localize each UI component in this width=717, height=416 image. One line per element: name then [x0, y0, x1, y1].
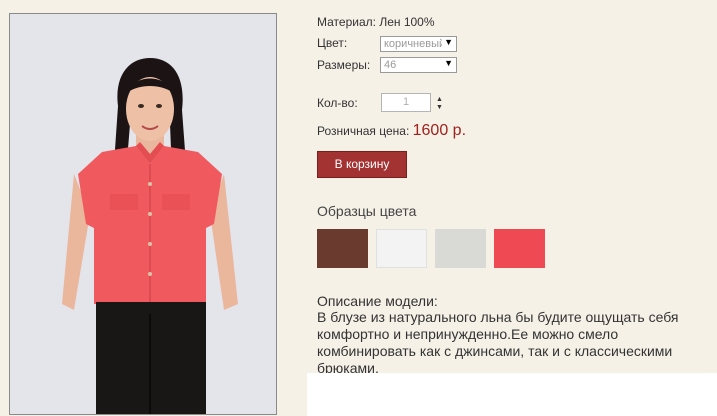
- chevron-down-icon: ▼: [444, 37, 453, 47]
- increment-icon[interactable]: ▲: [436, 96, 443, 103]
- chevron-down-icon: ▼: [444, 58, 453, 68]
- color-select-value: коричневый: [384, 38, 442, 50]
- quantity-input[interactable]: 1: [381, 93, 431, 112]
- size-select[interactable]: 46 ▼: [380, 57, 457, 73]
- swatch-gray[interactable]: [435, 229, 486, 268]
- swatch-red[interactable]: [494, 229, 545, 268]
- price-row: Розничная цена: 1600 р.: [317, 122, 466, 140]
- swatch-brown[interactable]: [317, 229, 368, 268]
- price-label: Розничная цена:: [317, 124, 410, 138]
- swatch-white[interactable]: [376, 229, 427, 268]
- swatches-title: Образцы цвета: [317, 203, 417, 219]
- qty-label: Кол-во:: [317, 96, 358, 110]
- product-photo[interactable]: [9, 13, 277, 415]
- add-to-cart-button[interactable]: В корзину: [317, 151, 407, 178]
- color-label: Цвет:: [317, 36, 348, 50]
- description-title: Описание модели:: [317, 293, 438, 309]
- price-value: 1600 р.: [412, 122, 467, 139]
- material-label: Материал:: [317, 15, 376, 29]
- sizes-label: Размеры:: [317, 58, 371, 72]
- material-row: Материал: Лен 100%: [317, 15, 435, 29]
- decrement-icon[interactable]: ▼: [436, 104, 443, 111]
- content-panel: [307, 373, 717, 416]
- material-value: Лен 100%: [379, 15, 435, 29]
- color-select[interactable]: коричневый ▼: [380, 36, 457, 52]
- description-text: В блузе из натурального льна бы будите о…: [317, 309, 679, 376]
- model-illustration: [10, 14, 276, 414]
- size-select-value: 46: [384, 59, 397, 71]
